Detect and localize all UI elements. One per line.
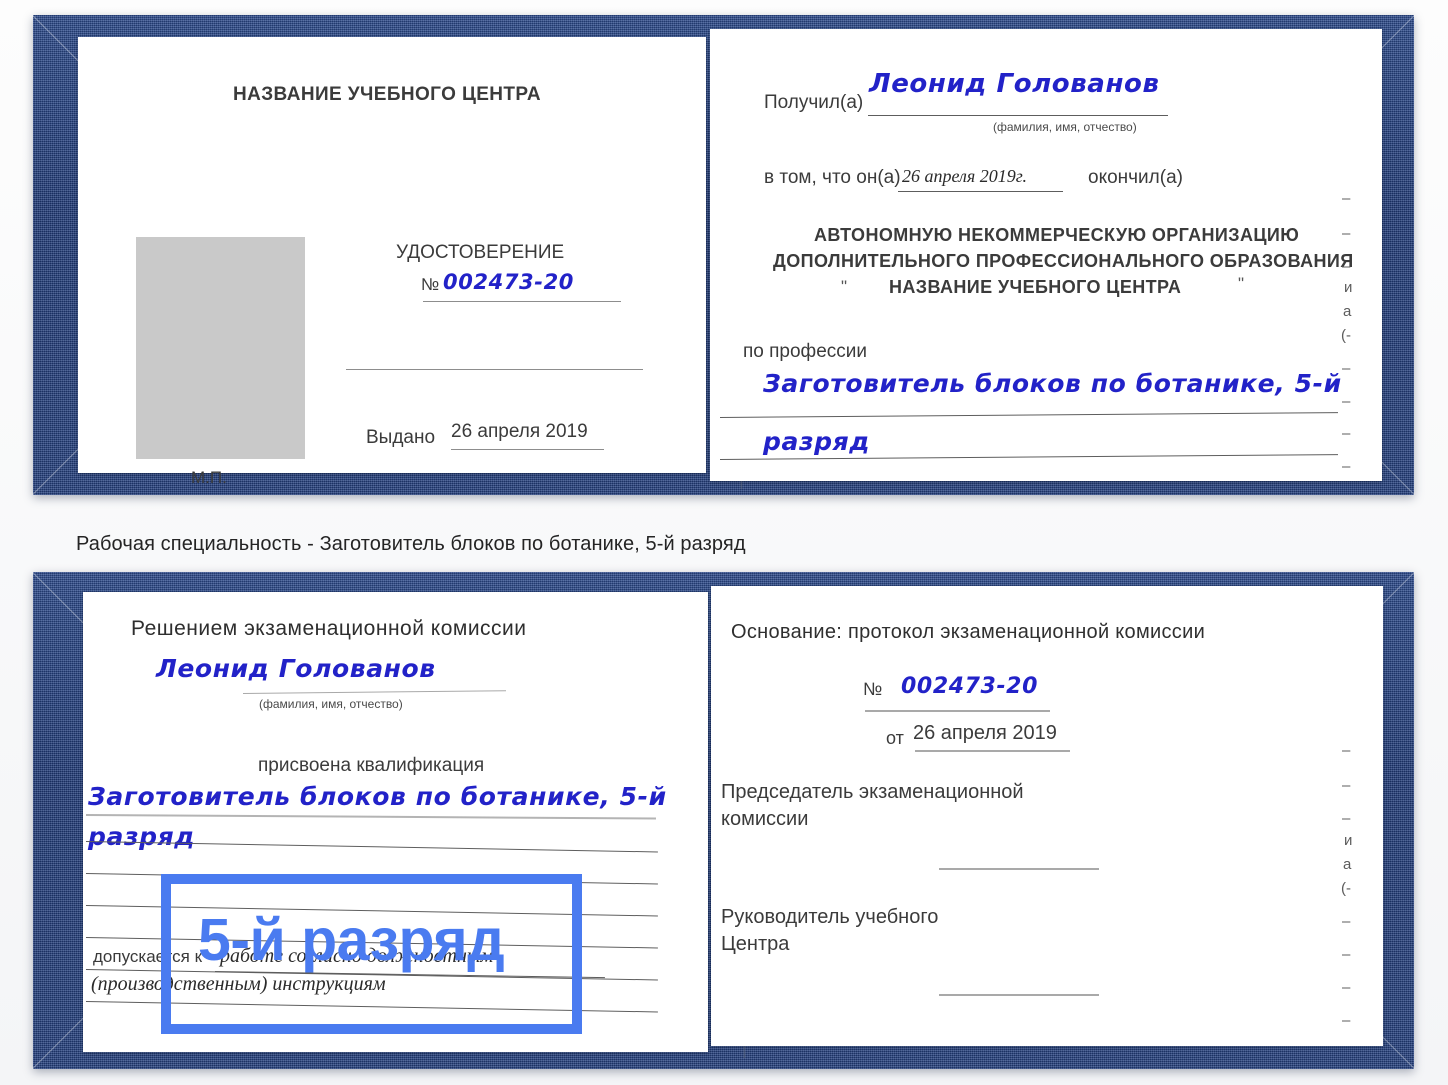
completion-date-underline [898, 191, 1063, 192]
in-that-label: в том, что он(а) [764, 167, 901, 188]
head-line-1: Руководитель учебного [721, 906, 939, 928]
finished-label: окончил(а) [1088, 167, 1183, 188]
number-label: № [863, 679, 883, 699]
from-label: от [886, 728, 904, 748]
qualification-line-1: Заготовитель блоков по ботанике, 5-й [88, 782, 667, 811]
received-underline [868, 115, 1168, 116]
margin-glyph-2: – [1342, 258, 1351, 275]
number-underline [865, 710, 1050, 712]
chairman-line-1: Председатель экзаменационной [721, 781, 1024, 803]
from-underline [915, 750, 1070, 752]
fio-hint: (фамилия, имя, отчество) [993, 120, 1137, 134]
certificate-top-cover: НАЗВАНИЕ УЧЕБНОГО ЦЕНТРА УДОСТОВЕРЕНИЕ №… [33, 15, 1414, 495]
org-quote-close: " [1238, 274, 1245, 293]
received-value: Леонид Голованов [869, 69, 1160, 99]
margin-glyph-9: – [1342, 1012, 1351, 1029]
number-underline [423, 301, 621, 302]
profession-value-line-2: разряд [763, 427, 871, 456]
head-signature-line [939, 994, 1099, 996]
name-value: Леонид Голованов [156, 654, 436, 683]
number-value: 002473-20 [901, 674, 1038, 699]
margin-glyph-1: – [1342, 777, 1351, 794]
page-caption: Рабочая специальность - Заготовитель бло… [76, 533, 746, 555]
chairman-signature-line [939, 868, 1099, 870]
document-type: УДОСТОВЕРЕНИЕ [396, 242, 565, 263]
margin-glyph-0: – [1342, 742, 1351, 759]
issued-label: Выдано [366, 427, 436, 448]
margin-glyph-0: – [1342, 190, 1351, 207]
seal-label: М.П. [191, 468, 227, 487]
org-line-1: АВТОНОМНУЮ НЕКОММЕРЧЕСКУЮ ОРГАНИЗАЦИЮ [814, 225, 1300, 245]
org-line-2: ДОПОЛНИТЕЛЬНОГО ПРОФЕССИОНАЛЬНОГО ОБРАЗО… [773, 251, 1354, 271]
from-value: 26 апреля 2019 [913, 722, 1057, 744]
org-title: НАЗВАНИЕ УЧЕБНОГО ЦЕНТРА [233, 84, 541, 105]
margin-glyph-7: – [1342, 946, 1351, 963]
margin-glyph-8: – [1342, 425, 1351, 442]
number-value: 002473-20 [443, 270, 575, 294]
decision-title: Решением экзаменационной комиссии [131, 617, 527, 640]
margin-glyph-5: (- [1341, 327, 1351, 344]
number-label: № [421, 275, 440, 294]
basis-label: Основание: протокол экзаменационной коми… [731, 621, 1206, 643]
qualification-label: присвоена квалификация [258, 755, 485, 776]
margin-glyph-3: и [1344, 832, 1353, 849]
margin-glyph-6: – [1342, 360, 1351, 377]
profession-underline-1 [720, 412, 1338, 418]
completion-date: 26 апреля 2019г. [902, 166, 1028, 186]
ruled-line-a [85, 814, 656, 820]
highlight-label: 5-й разряд [198, 907, 505, 973]
org-quote-open: " [841, 277, 848, 296]
margin-glyph-1: – [1342, 225, 1351, 242]
name-underline [243, 690, 506, 694]
margin-glyph-8: – [1342, 979, 1351, 996]
issued-underline [451, 449, 604, 450]
profession-value-line-1: Заготовитель блоков по ботанике, 5-й [763, 369, 1342, 398]
margin-glyph-7: – [1342, 393, 1351, 410]
org-line-3: НАЗВАНИЕ УЧЕБНОГО ЦЕНТРА [889, 277, 1182, 297]
head-line-2: Центра [721, 933, 790, 955]
margin-glyph-6: – [1342, 913, 1351, 930]
certificate-bottom-right-page: Основание: протокол экзаменационной коми… [711, 586, 1383, 1046]
margin-glyph-4: а [1343, 303, 1352, 320]
profession-label: по профессии [743, 341, 867, 362]
margin-glyph-2: – [1342, 810, 1351, 827]
certificate-top-right-page: Получил(а) Леонид Голованов (фамилия, им… [710, 29, 1382, 481]
margin-glyph-5: (- [1341, 880, 1351, 897]
received-label: Получил(а) [764, 92, 864, 113]
margin-glyph-4: а [1343, 856, 1352, 873]
issued-value: 26 апреля 2019 [451, 421, 588, 442]
photo-placeholder [136, 237, 305, 459]
margin-glyph-3: и [1344, 279, 1353, 296]
fio-hint: (фамилия, имя, отчество) [259, 697, 403, 711]
chairman-line-2: комиссии [721, 808, 809, 830]
margin-glyph-9: – [1342, 458, 1351, 475]
certificate-top-left-page: НАЗВАНИЕ УЧЕБНОГО ЦЕНТРА УДОСТОВЕРЕНИЕ №… [78, 37, 706, 487]
qualification-line-2: разряд [88, 822, 196, 851]
blank-line-1 [346, 369, 643, 370]
